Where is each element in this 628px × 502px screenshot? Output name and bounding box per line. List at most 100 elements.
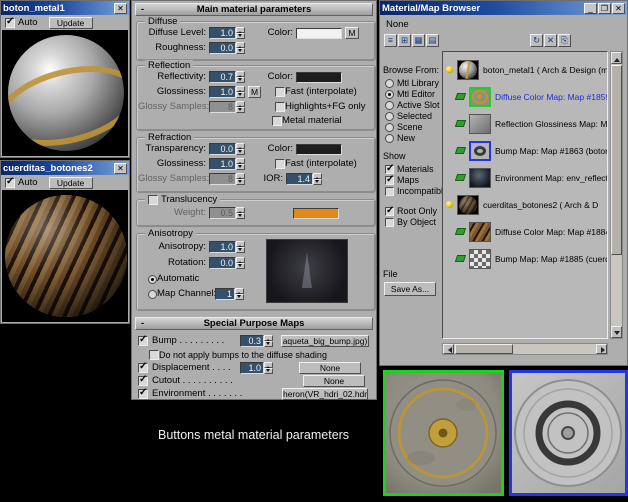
- view-large-icons-icon[interactable]: ▤: [426, 34, 439, 47]
- automatic-radio[interactable]: [148, 275, 157, 284]
- browse-scene[interactable]: Scene: [385, 122, 423, 132]
- no-bump-diffuse-checkbox[interactable]: [149, 350, 159, 360]
- preview2-titlebar[interactable]: cuerditas_botones2 ✕: [1, 161, 129, 175]
- refraction-color-swatch[interactable]: [296, 144, 342, 155]
- maximize-icon[interactable]: ❐: [598, 3, 611, 14]
- anisotropy-spinner[interactable]: [236, 241, 245, 253]
- browse-mtl-library[interactable]: Mtl Library: [385, 78, 439, 88]
- minimize-icon[interactable]: _: [584, 3, 597, 14]
- show-maps[interactable]: Maps: [385, 175, 419, 185]
- browse-selected[interactable]: Selected: [385, 111, 432, 121]
- refraction-fast-checkbox[interactable]: [275, 159, 285, 169]
- view-list-plus-icon[interactable]: ⊞: [398, 34, 411, 47]
- material-tree[interactable]: boton_metal1 ( Arch & Design (mi) ) Diff…: [442, 51, 608, 339]
- metal-material-checkbox[interactable]: [272, 116, 282, 126]
- map-thumbnail[interactable]: [469, 141, 491, 161]
- map-channel-radio[interactable]: [148, 290, 157, 299]
- material-thumbnail[interactable]: [457, 60, 479, 80]
- bump-map-button[interactable]: aqueta_big_bump.jpg): [281, 335, 369, 347]
- displacement-spinner[interactable]: [264, 362, 273, 374]
- update-button[interactable]: Update: [49, 177, 93, 189]
- fast-interpolate-checkbox[interactable]: [275, 87, 285, 97]
- map-channel-spinner[interactable]: [235, 288, 244, 300]
- hscroll-thumb[interactable]: [455, 344, 513, 354]
- tree-row-material[interactable]: boton_metal1 ( Arch & Design (mi) ): [443, 56, 607, 83]
- tree-row-map[interactable]: Diffuse Color Map: Map #1859 (b: [443, 83, 607, 110]
- radio-icon[interactable]: [385, 79, 394, 88]
- view-small-icons-icon[interactable]: ▦: [412, 34, 425, 47]
- checkbox-icon[interactable]: [385, 218, 394, 227]
- preview1-titlebar[interactable]: boton_metal1 ✕: [1, 1, 129, 15]
- reflection-glossiness-spinner[interactable]: [236, 86, 245, 98]
- transparency-spinner[interactable]: [236, 143, 245, 155]
- displacement-checkbox[interactable]: [138, 363, 148, 373]
- map-thumbnail[interactable]: [469, 222, 491, 242]
- radio-icon[interactable]: [385, 101, 394, 110]
- transparency-field[interactable]: 0.0: [209, 143, 236, 155]
- close-icon[interactable]: ✕: [612, 3, 625, 14]
- radio-icon[interactable]: [385, 90, 394, 99]
- rotation-field[interactable]: 0.0: [209, 257, 236, 269]
- radio-icon[interactable]: [385, 134, 394, 143]
- reflectivity-spinner[interactable]: [236, 71, 245, 83]
- diffuse-level-field[interactable]: 1.0: [209, 27, 236, 39]
- tree-vscrollbar[interactable]: [610, 51, 623, 339]
- tree-hscrollbar[interactable]: [442, 343, 608, 355]
- vscroll-thumb[interactable]: [611, 65, 622, 255]
- bump-checkbox[interactable]: [138, 336, 148, 346]
- reflection-glossiness-field[interactable]: 1.0: [209, 86, 236, 98]
- displacement-amount-field[interactable]: 1.0: [240, 362, 264, 374]
- show-materials[interactable]: Materials: [385, 164, 434, 174]
- delete-from-library-icon[interactable]: ✕: [544, 34, 557, 47]
- tree-row-map[interactable]: Environment Map: env_reflect (S: [443, 164, 607, 191]
- ior-spinner[interactable]: [313, 173, 322, 185]
- tree-row-map[interactable]: Reflection Glossiness Map: Map: [443, 110, 607, 137]
- reflection-color-swatch[interactable]: [296, 72, 342, 83]
- cutout-map-button[interactable]: None: [303, 375, 365, 387]
- refraction-glossiness-field[interactable]: 1.0: [209, 158, 236, 170]
- scroll-left-icon[interactable]: [443, 344, 454, 354]
- browse-active-slot[interactable]: Active Slot: [385, 100, 440, 110]
- map-thumbnail[interactable]: [469, 249, 491, 269]
- diffuse-color-swatch[interactable]: [296, 28, 342, 39]
- tree-row-material[interactable]: cuerditas_botones2 ( Arch & D: [443, 191, 607, 218]
- browser-titlebar[interactable]: Material/Map Browser _ ❐ ✕: [380, 1, 627, 15]
- radio-icon[interactable]: [385, 123, 394, 132]
- displacement-map-button[interactable]: None: [299, 362, 361, 374]
- radio-icon[interactable]: [385, 112, 394, 121]
- material-thumbnail[interactable]: [457, 195, 479, 215]
- checkbox-icon[interactable]: [385, 207, 394, 216]
- tree-row-map[interactable]: Diffuse Color Map: Map #1884 (c: [443, 218, 607, 245]
- checkbox-icon[interactable]: [385, 176, 394, 185]
- auto-checkbox[interactable]: [5, 178, 15, 188]
- environment-map-button[interactable]: heron(VR_hdri_02.hdr): [282, 388, 368, 400]
- checkbox-icon[interactable]: [385, 187, 394, 196]
- save-as-button[interactable]: Save As...: [384, 282, 436, 296]
- roughness-field[interactable]: 0.0: [209, 42, 236, 54]
- show-incompatible[interactable]: Incompatible: [385, 186, 448, 196]
- rollout-collapse-icon[interactable]: -: [141, 4, 144, 16]
- map-channel-field[interactable]: 1: [215, 288, 235, 300]
- clear-library-icon[interactable]: ⎘: [558, 34, 571, 47]
- by-object[interactable]: By Object: [385, 217, 436, 227]
- anisotropy-field[interactable]: 1.0: [209, 241, 236, 253]
- cutout-checkbox[interactable]: [138, 376, 148, 386]
- special-maps-rollout[interactable]: - Special Purpose Maps: [135, 317, 373, 330]
- bump-spinner[interactable]: [264, 335, 273, 347]
- rollout-collapse-icon[interactable]: -: [141, 318, 144, 330]
- bump-amount-field[interactable]: 0.3: [240, 335, 264, 347]
- map-thumbnail[interactable]: [469, 114, 491, 134]
- refraction-glossiness-spinner[interactable]: [236, 158, 245, 170]
- diffuse-level-spinner[interactable]: [236, 27, 245, 39]
- highlights-fg-checkbox[interactable]: [275, 102, 285, 112]
- tree-row-map[interactable]: Bump Map: Map #1863 (boton_c: [443, 137, 607, 164]
- close-icon[interactable]: ✕: [114, 3, 127, 14]
- roughness-spinner[interactable]: [236, 42, 245, 54]
- scroll-right-icon[interactable]: [596, 344, 607, 354]
- main-params-rollout[interactable]: - Main material parameters: [135, 3, 373, 16]
- close-icon[interactable]: ✕: [114, 163, 127, 174]
- update-from-library-icon[interactable]: ↻: [530, 34, 543, 47]
- view-list-icon[interactable]: ≡: [384, 34, 397, 47]
- map-thumbnail[interactable]: [469, 87, 491, 107]
- rotation-spinner[interactable]: [236, 257, 245, 269]
